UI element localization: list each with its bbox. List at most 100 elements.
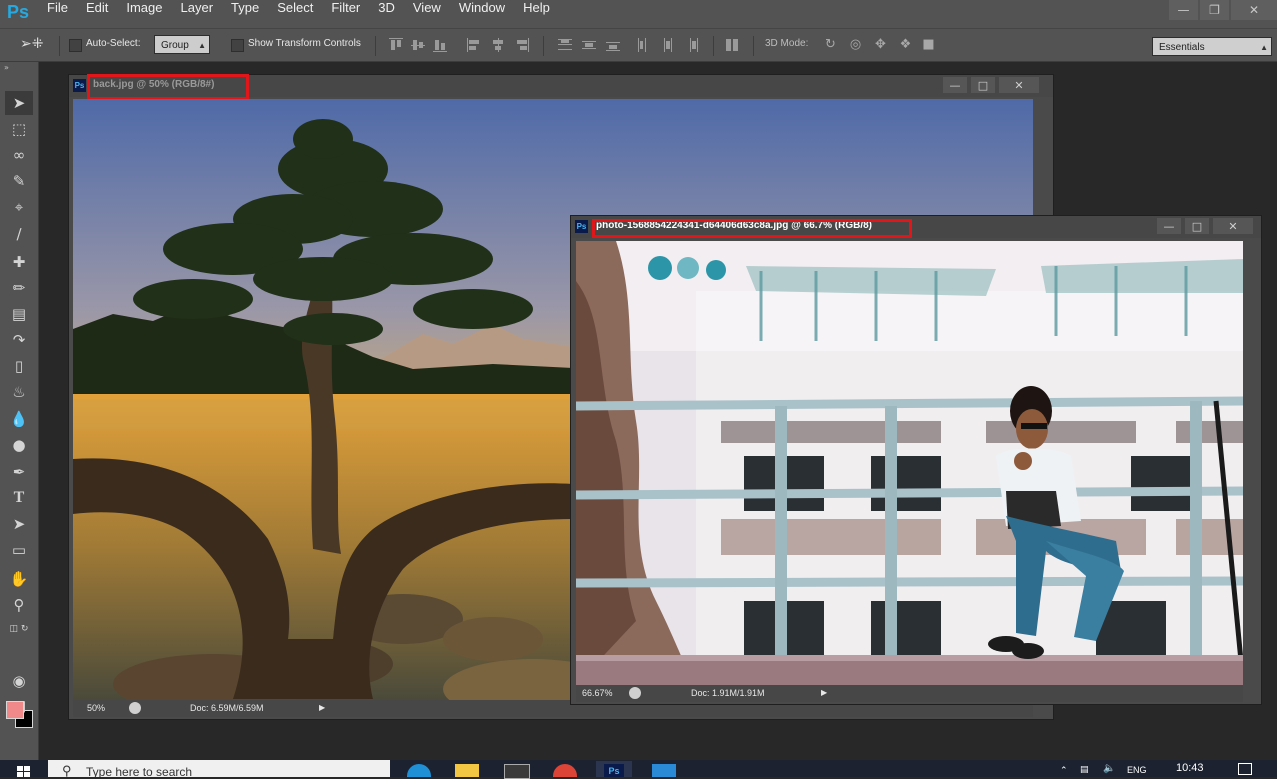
roll-3d-icon[interactable]: ◎	[848, 38, 863, 52]
distribute-bottom-icon[interactable]	[606, 38, 620, 52]
status-info-icon[interactable]	[129, 702, 141, 714]
quick-select-tool-icon[interactable]: ✎	[5, 169, 33, 193]
minimize-icon[interactable]: —	[1157, 218, 1181, 234]
windows-taskbar: ⚲ Type here to search Ps ⌃ ▤ 🔈 ENG 10:43	[0, 760, 1277, 779]
network-icon[interactable]: ▤	[1080, 765, 1089, 775]
swap-colors-icon[interactable]: ◫ ↻	[5, 617, 33, 641]
zoom-tool-icon[interactable]: ⚲	[5, 593, 33, 617]
zoom-level[interactable]: 50%	[87, 703, 105, 713]
slide-3d-icon[interactable]: ❖	[898, 38, 913, 52]
taskbar-clock[interactable]: 10:43	[1176, 762, 1204, 774]
system-tray-chevron-icon[interactable]: ⌃	[1060, 766, 1068, 776]
move-tool-preset-icon[interactable]: ➢⁜	[20, 36, 43, 52]
chrome-icon[interactable]	[553, 764, 577, 777]
align-right-icon[interactable]	[515, 38, 529, 52]
distribute-right-icon[interactable]	[685, 38, 699, 52]
menu-view[interactable]: View	[404, 0, 450, 28]
menu-help[interactable]: Help	[514, 0, 559, 28]
taskbar-search-input[interactable]: ⚲ Type here to search	[48, 760, 390, 777]
distribute-hcenter-icon[interactable]	[661, 38, 675, 52]
paint-bucket-tool-icon[interactable]: ♨	[5, 380, 33, 404]
vscode-icon[interactable]	[652, 764, 676, 777]
blur-tool-icon[interactable]: 💧	[5, 407, 33, 431]
ps-doc-icon: Ps	[73, 79, 86, 92]
distribute-top-icon[interactable]	[558, 38, 572, 52]
red-highlight-box	[87, 74, 249, 100]
auto-select-dropdown[interactable]: Group ▲	[154, 35, 210, 54]
marquee-tool-icon[interactable]: ⬚	[5, 117, 33, 141]
lasso-tool-icon[interactable]: ∞	[5, 143, 33, 167]
align-left-icon[interactable]	[467, 38, 481, 52]
align-hcenter-icon[interactable]	[491, 38, 505, 52]
zoom-level[interactable]: 66.67%	[582, 688, 613, 698]
portrait-photo-image	[576, 241, 1243, 685]
history-brush-tool-icon[interactable]: ↷	[5, 328, 33, 352]
file-explorer-icon[interactable]	[455, 764, 479, 777]
document-title-bar[interactable]: Ps back.jpg @ 50% (RGB/8#) — □ ✕	[69, 74, 1053, 100]
menu-type[interactable]: Type	[222, 0, 268, 28]
dodge-tool-icon[interactable]: ●	[5, 433, 33, 457]
crop-tool-icon[interactable]: ⌖	[5, 195, 33, 219]
menu-window[interactable]: Window	[450, 0, 514, 28]
status-info-icon[interactable]	[629, 687, 641, 699]
close-icon[interactable]: ✕	[1213, 218, 1253, 234]
minimize-icon[interactable]: —	[943, 77, 967, 93]
separator	[713, 36, 714, 56]
pen-tool-icon[interactable]: ✒	[5, 460, 33, 484]
auto-align-layers-icon[interactable]	[725, 38, 739, 52]
align-bottom-icon[interactable]	[433, 38, 447, 52]
distribute-left-icon[interactable]	[637, 38, 651, 52]
workspace-dropdown[interactable]: Essentials ▲	[1152, 37, 1272, 56]
panel-collapse-icon[interactable]: »	[4, 63, 9, 72]
close-icon[interactable]: ✕	[1231, 0, 1277, 20]
menu-image[interactable]: Image	[117, 0, 171, 28]
app-window-controls: — ❐ ✕	[1167, 0, 1277, 22]
menu-list: File Edit Image Layer Type Select Filter…	[38, 0, 559, 28]
menu-filter[interactable]: Filter	[322, 0, 369, 28]
language-indicator[interactable]: ENG	[1127, 765, 1147, 775]
minimize-icon[interactable]: —	[1169, 0, 1198, 20]
hand-tool-icon[interactable]: ✋	[5, 567, 33, 591]
path-selection-tool-icon[interactable]: ➤	[5, 512, 33, 536]
edge-browser-icon[interactable]	[407, 764, 431, 777]
menu-edit[interactable]: Edit	[77, 0, 117, 28]
ps-doc-icon: Ps	[575, 220, 588, 233]
menu-layer[interactable]: Layer	[172, 0, 223, 28]
menu-file[interactable]: File	[38, 0, 77, 28]
distribute-vcenter-icon[interactable]	[582, 38, 596, 52]
maximize-icon[interactable]: □	[1185, 218, 1209, 234]
menu-select[interactable]: Select	[268, 0, 322, 28]
eyedropper-tool-icon[interactable]: ∕	[5, 222, 33, 246]
rotate-3d-icon[interactable]: ↻	[823, 38, 838, 52]
clone-stamp-tool-icon[interactable]: ▤	[5, 302, 33, 326]
photoshop-taskbar-icon[interactable]: Ps	[596, 761, 632, 777]
volume-icon[interactable]: 🔈	[1103, 763, 1115, 774]
align-top-icon[interactable]	[389, 38, 403, 52]
align-vcenter-icon[interactable]	[411, 38, 425, 52]
play-arrow-icon[interactable]: ▶	[821, 688, 827, 697]
video-camera-icon[interactable]: ■	[921, 38, 936, 52]
auto-select-label: Auto-Select:	[86, 38, 141, 49]
foreground-color-swatch[interactable]	[6, 701, 24, 719]
restore-icon[interactable]: ❐	[1200, 0, 1229, 20]
windows-start-icon[interactable]	[17, 766, 31, 777]
document-title-bar[interactable]: Ps photo-1568854224341-d64406d63c8a.jpg …	[571, 216, 1261, 238]
healing-brush-tool-icon[interactable]: ✚	[5, 250, 33, 274]
menu-3d[interactable]: 3D	[369, 0, 404, 28]
notifications-icon[interactable]	[1238, 763, 1252, 775]
doc-size: Doc: 1.91M/1.91M	[691, 688, 765, 698]
show-transform-checkbox[interactable]	[231, 39, 244, 52]
show-transform-label: Show Transform Controls	[248, 38, 361, 49]
brush-tool-icon[interactable]: ✏	[5, 276, 33, 300]
rectangle-tool-icon[interactable]: ▭	[5, 538, 33, 562]
drag-3d-icon[interactable]: ✥	[873, 38, 888, 52]
close-icon[interactable]: ✕	[999, 77, 1039, 93]
quick-mask-icon[interactable]: ◉	[5, 669, 33, 693]
type-tool-icon[interactable]: T	[5, 486, 33, 510]
eraser-tool-icon[interactable]: ▯	[5, 354, 33, 378]
canvas-portrait-photo[interactable]	[576, 241, 1243, 685]
maximize-icon[interactable]: □	[971, 77, 995, 93]
play-arrow-icon[interactable]: ▶	[319, 703, 325, 712]
auto-select-checkbox[interactable]	[69, 39, 82, 52]
move-tool-icon[interactable]: ➤	[5, 91, 33, 115]
